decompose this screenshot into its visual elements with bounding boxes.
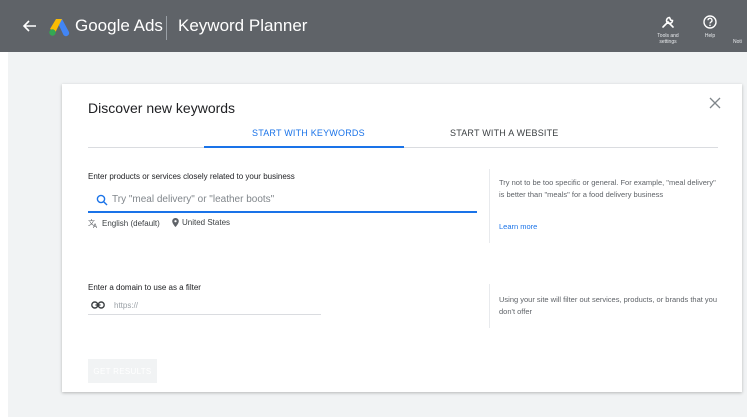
tab-start-with-website[interactable]: START WITH A WEBSITE <box>450 128 559 138</box>
language-selector[interactable]: 文 A English (default) <box>88 218 160 228</box>
domain-help-text: Using your site will filter out services… <box>499 295 718 316</box>
notifications-button[interactable]: Noti <box>733 15 747 45</box>
learn-more-link[interactable]: Learn more <box>499 222 537 231</box>
tab-start-with-keywords[interactable]: START WITH KEYWORDS <box>252 128 365 138</box>
google-ads-logo <box>49 19 70 37</box>
help-label: Help <box>704 33 716 39</box>
keywords-help-divider <box>489 169 490 243</box>
arrow-left-icon[interactable] <box>20 16 40 36</box>
help-button[interactable]: Help <box>690 15 730 39</box>
domain-input-underline <box>88 314 321 315</box>
dialog-title: Discover new keywords <box>88 100 236 116</box>
brand-name: Google Ads <box>75 16 163 35</box>
wrench-icon <box>662 16 674 28</box>
translate-icon: 文 A <box>88 218 98 228</box>
domain-help-divider <box>489 284 490 328</box>
tools-settings-button[interactable]: Tools and settings <box>648 15 688 45</box>
keywords-label: Enter products or services closely relat… <box>88 172 295 181</box>
search-icon <box>96 194 108 206</box>
keywords-help-text: Try not to be too specific or general. F… <box>499 178 716 199</box>
get-results-button[interactable]: GET RESULTS <box>88 359 157 383</box>
domain-input[interactable] <box>114 298 319 312</box>
location-label: United States <box>182 218 231 227</box>
page-edge <box>0 0 8 417</box>
tools-settings-label: Tools and settings <box>657 33 679 45</box>
discover-keywords-dialog: Discover new keywords START WITH KEYWORD… <box>62 84 742 392</box>
title-divider <box>166 16 167 40</box>
location-pin-icon <box>172 218 179 227</box>
location-selector[interactable]: United States <box>172 218 230 227</box>
domain-label: Enter a domain to use as a filter <box>88 283 201 292</box>
svg-text:A: A <box>93 223 98 228</box>
help-circle-icon <box>703 15 717 29</box>
notifications-label: Noti <box>733 39 742 45</box>
close-icon[interactable] <box>708 96 722 110</box>
link-icon <box>91 301 105 309</box>
top-app-bar: Google Ads Keyword Planner Tools and set… <box>0 0 747 52</box>
active-tab-indicator <box>204 146 404 148</box>
product-title: Keyword Planner <box>178 16 308 35</box>
keywords-input-underline <box>88 211 477 213</box>
language-label: English (default) <box>102 218 160 228</box>
keywords-input[interactable] <box>112 190 472 208</box>
